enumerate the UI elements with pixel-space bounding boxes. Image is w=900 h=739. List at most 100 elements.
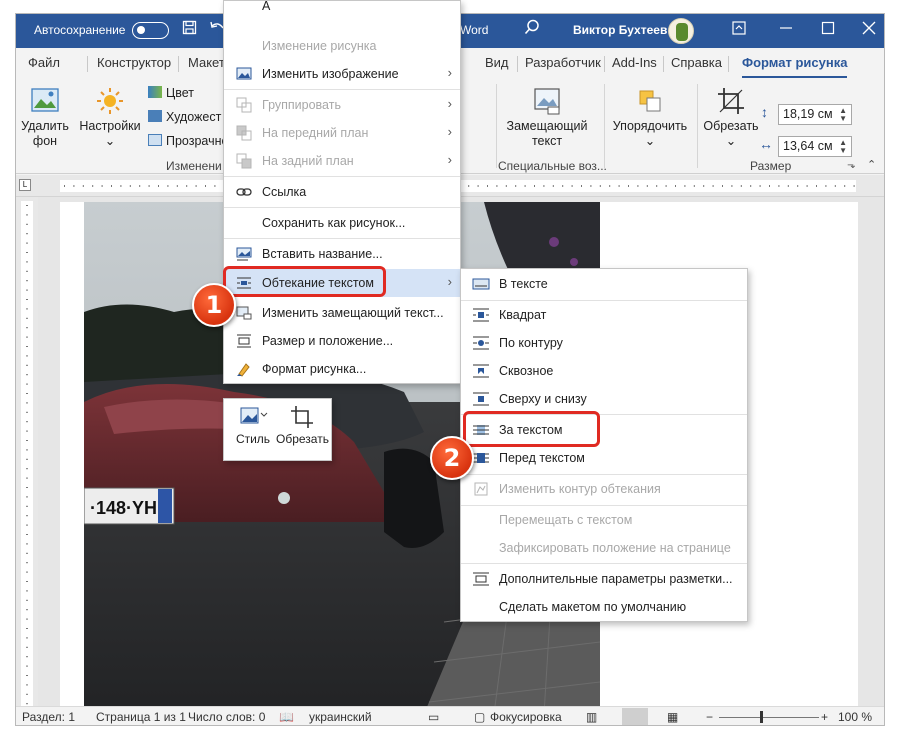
- ruler-tick: [158, 185, 159, 187]
- set-default-layout[interactable]: Сделать макетом по умолчанию: [461, 594, 747, 620]
- ruler-tick: [26, 552, 28, 554]
- tab-picture-format[interactable]: Формат рисунка: [742, 55, 848, 79]
- proofing-icon[interactable]: 📖: [279, 710, 294, 724]
- tab-help[interactable]: Справка: [671, 55, 722, 70]
- autosave-toggle[interactable]: [132, 22, 169, 39]
- search-icon[interactable]: [524, 19, 540, 40]
- spin-arrows-icon[interactable]: ▲ ▼: [839, 139, 847, 155]
- more-layout-options[interactable]: Дополнительные параметры разметки...: [461, 566, 747, 592]
- spin-arrows-icon[interactable]: ▲ ▼: [839, 107, 847, 123]
- focus-icon[interactable]: ▢: [474, 710, 485, 724]
- ruler-tick: [26, 468, 28, 470]
- ruler-tick: [637, 185, 639, 187]
- ruler-tick: [26, 383, 28, 385]
- zoom-slider[interactable]: [719, 717, 819, 718]
- width-input[interactable]: 13,64 см ▲ ▼: [778, 136, 852, 157]
- tab-selector-icon[interactable]: L: [19, 179, 31, 191]
- insert-caption-icon: [236, 247, 252, 261]
- crop-button[interactable]: Обрезать: [276, 405, 329, 446]
- zoom-in-icon[interactable]: +: [821, 710, 828, 724]
- wrap-inline[interactable]: В тексте: [461, 271, 747, 297]
- tab-file[interactable]: Файл: [28, 55, 60, 70]
- maximize-icon[interactable]: [821, 21, 835, 38]
- menu-item-send-backward[interactable]: На задний план ›: [224, 148, 460, 174]
- wrap-through[interactable]: Сквозное: [461, 358, 747, 384]
- menu-item-change-image[interactable]: Изменить изображение ›: [224, 61, 460, 87]
- move-with-text[interactable]: Перемещать с текстом: [461, 507, 747, 533]
- fix-position-on-page[interactable]: Зафиксировать положение на странице: [461, 535, 747, 561]
- width-value: 13,64 см: [783, 139, 833, 153]
- edit-wrap-points[interactable]: Изменить контур обтекания: [461, 476, 747, 502]
- menu-item-bring-forward[interactable]: На передний план ›: [224, 120, 460, 146]
- collapse-ribbon-icon[interactable]: ⌃: [867, 158, 876, 171]
- ribbon-display-icon[interactable]: [732, 21, 746, 38]
- status-section[interactable]: Раздел: 1: [22, 710, 75, 724]
- user-name[interactable]: Виктор Бухтеев: [573, 23, 667, 37]
- menu-item-label: Формат рисунка...: [262, 362, 367, 376]
- ruler-tick: [552, 185, 554, 187]
- status-zoom[interactable]: 100 %: [838, 710, 872, 724]
- close-icon[interactable]: [862, 21, 876, 38]
- menu-item-size-position[interactable]: Размер и положение...: [224, 328, 460, 354]
- menu-item-link[interactable]: Ссылка: [224, 179, 460, 205]
- zoom-out-icon[interactable]: −: [706, 710, 713, 724]
- artistic-effects-button[interactable]: Художест: [148, 110, 221, 124]
- color-label: Цвет: [166, 86, 195, 100]
- corrections-button[interactable]: Настройки ⌄: [78, 86, 142, 149]
- dialog-launcher-icon[interactable]: ⬎: [847, 160, 855, 171]
- zoom-slider-thumb[interactable]: [760, 711, 763, 723]
- menu-item-save-as-picture[interactable]: Сохранить как рисунок...: [224, 210, 460, 236]
- menu-item-format-picture[interactable]: Формат рисунка...: [224, 356, 460, 382]
- tab-layout[interactable]: Макет: [188, 55, 225, 70]
- menu-item-label: На задний план: [262, 154, 354, 168]
- vertical-ruler[interactable]: [16, 197, 38, 709]
- tab-addins[interactable]: Add-Ins: [612, 55, 657, 70]
- artistic-effects-label: Художест: [166, 110, 222, 124]
- web-layout-icon[interactable]: ▦: [667, 710, 678, 724]
- tab-design[interactable]: Конструктор: [97, 55, 171, 70]
- menu-item-edit-alt-text[interactable]: Изменить замещающий текст...: [224, 300, 460, 326]
- status-words[interactable]: Число слов: 0: [188, 710, 265, 724]
- color-button[interactable]: Цвет: [148, 86, 194, 100]
- license-plate-text: ·148·YH: [90, 498, 157, 518]
- ruler-tick: [543, 185, 545, 187]
- wrap-top-bottom[interactable]: Сверху и снизу: [461, 386, 747, 412]
- alt-text-button[interactable]: Замещающий текст: [502, 86, 592, 149]
- ruler-tick: [759, 185, 761, 187]
- menu-item-insert-caption[interactable]: Вставить название...: [224, 241, 460, 267]
- minimize-icon[interactable]: [779, 21, 793, 38]
- ruler-tick: [26, 543, 28, 545]
- ruler-tick: [26, 449, 28, 451]
- ruler-tick: [148, 185, 150, 187]
- remove-background-button[interactable]: Удалить фон: [20, 86, 70, 149]
- display-settings-icon[interactable]: ▭: [428, 710, 439, 724]
- status-focus[interactable]: Фокусировка: [490, 710, 562, 724]
- wrap-inline-icon: [472, 278, 490, 290]
- wrap-in-front[interactable]: Перед текстом: [461, 445, 747, 471]
- read-mode-icon[interactable]: ▥: [586, 710, 597, 724]
- height-input[interactable]: 18,19 см ▲ ▼: [778, 104, 852, 125]
- crop-button[interactable]: Обрезать ⌄: [702, 86, 760, 149]
- ruler-tick: [806, 185, 808, 187]
- tab-developer[interactable]: Разработчик: [525, 55, 601, 70]
- ruler-tick: [646, 185, 648, 187]
- save-icon[interactable]: [182, 20, 197, 39]
- wrap-square[interactable]: Квадрат: [461, 302, 747, 328]
- ruler-tick: [26, 223, 28, 225]
- crop-label: Обрезать: [276, 432, 329, 446]
- ruler-tick: [195, 185, 197, 187]
- ruler-tick: [26, 618, 28, 620]
- style-button[interactable]: Стиль: [232, 405, 274, 446]
- status-page[interactable]: Страница 1 из 1: [96, 710, 186, 724]
- alt-text-icon: [534, 88, 560, 115]
- tab-view[interactable]: Вид: [485, 55, 509, 70]
- user-avatar[interactable]: [668, 18, 694, 44]
- wrap-tight[interactable]: По контуру: [461, 330, 747, 356]
- menu-item-group[interactable]: Группировать ›: [224, 92, 460, 118]
- alt-text-line2: текст: [531, 134, 563, 148]
- print-layout-icon[interactable]: [622, 708, 648, 725]
- menu-separator: [224, 176, 460, 177]
- transparency-button[interactable]: Прозрачно: [148, 134, 228, 148]
- arrange-button[interactable]: Упорядочить ⌄: [612, 86, 688, 149]
- status-language[interactable]: украинский: [309, 710, 372, 724]
